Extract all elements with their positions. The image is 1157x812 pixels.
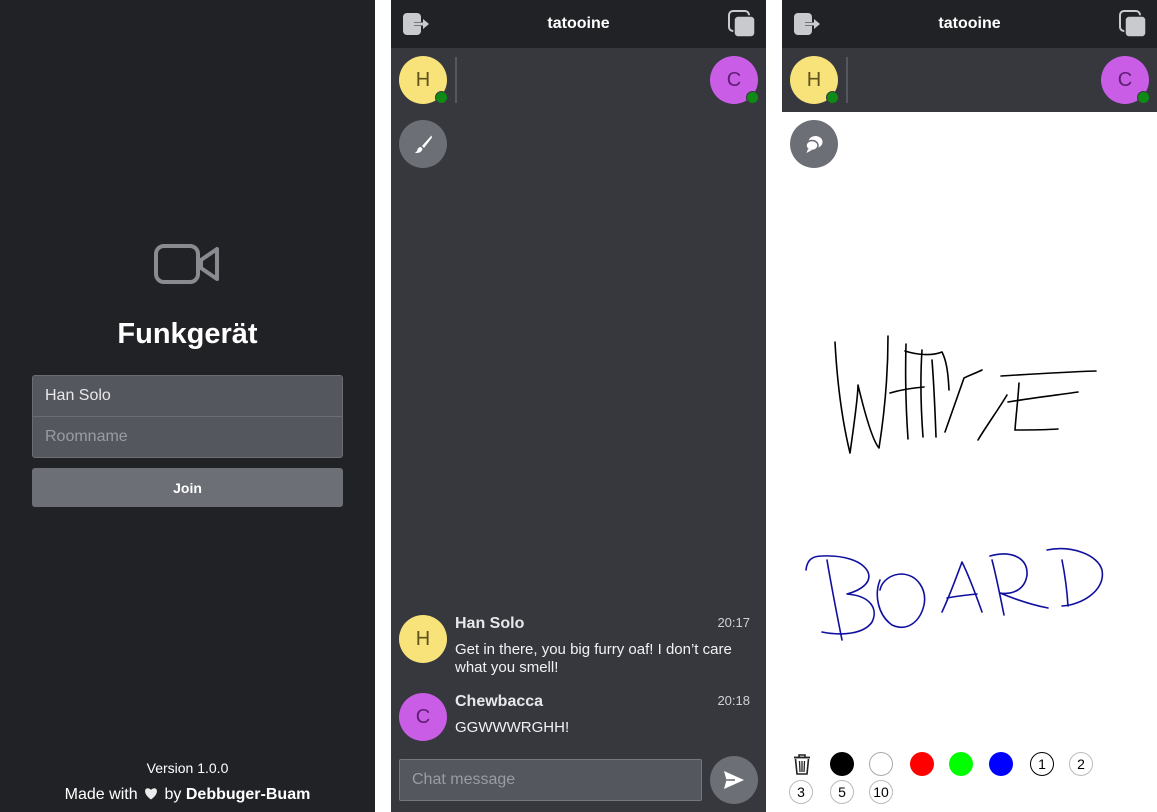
- color-swatch-white[interactable]: [869, 752, 893, 776]
- whiteboard-toggle-button[interactable]: [399, 120, 447, 168]
- made-with-footer: Made with by Debbuger-Buam: [0, 786, 375, 804]
- message-text: GGWWWRGHH!: [455, 719, 570, 736]
- room-title: tatooine: [547, 15, 610, 32]
- user-avatar-chewbacca: C: [710, 56, 759, 104]
- message-text: Get in there, you big furry oaf! I don’t…: [455, 641, 732, 676]
- chat-toggle-button[interactable]: [790, 120, 838, 168]
- send-button[interactable]: [710, 756, 758, 804]
- room-header: tatooine: [391, 0, 766, 48]
- brush-size-10[interactable]: 10: [869, 780, 893, 804]
- user-avatar-chewbacca: C: [1101, 56, 1150, 104]
- message-avatar: H: [399, 615, 447, 663]
- whiteboard-toolbar: 1 2 3 5 10: [782, 750, 1157, 810]
- brush-size-5[interactable]: 5: [830, 780, 854, 804]
- trash-icon[interactable]: [792, 753, 812, 775]
- version-label: Version 1.0.0: [146, 760, 229, 776]
- whiteboard-panel: tatooine H C 1 2 3 5 10: [782, 0, 1157, 812]
- room-header: tatooine: [782, 0, 1157, 48]
- color-swatch-green[interactable]: [949, 752, 973, 776]
- user-bar-divider: [455, 57, 457, 103]
- user-bar: H C: [782, 48, 1157, 112]
- avatar-initial: H: [415, 628, 431, 650]
- made-with-text: Made with: [64, 786, 138, 803]
- login-form: [32, 375, 343, 458]
- avatar-initial: H: [415, 69, 431, 91]
- whiteboard-canvas[interactable]: [782, 112, 1157, 752]
- message-sender: Han Solo: [455, 615, 525, 632]
- room-title: tatooine: [938, 15, 1001, 32]
- avatar-initial: C: [726, 69, 742, 91]
- online-status-dot: [826, 91, 839, 104]
- avatar-initial: C: [1117, 69, 1133, 91]
- drawing-word-board: [805, 547, 1104, 641]
- video-camera-icon: [154, 244, 219, 284]
- send-icon: [724, 771, 744, 789]
- join-button[interactable]: Join: [32, 468, 343, 507]
- color-swatch-blue[interactable]: [989, 752, 1013, 776]
- copy-link-icon[interactable]: [728, 10, 756, 38]
- login-panel: Funkgerät Join Version 1.0.0 Made with b…: [0, 0, 375, 812]
- chat-message-input[interactable]: [399, 759, 702, 801]
- username-input[interactable]: [33, 376, 342, 416]
- brush-size-2[interactable]: 2: [1069, 752, 1093, 776]
- chat-panel: tatooine H C H Han Solo 20:17 Get in the…: [391, 0, 766, 812]
- user-avatar-han: H: [790, 56, 839, 104]
- message-avatar: C: [399, 693, 447, 741]
- color-swatch-black[interactable]: [830, 752, 854, 776]
- online-status-dot: [435, 91, 448, 104]
- roomname-input[interactable]: [33, 416, 342, 457]
- avatar-initial: H: [806, 69, 822, 91]
- message-time: 20:18: [717, 693, 750, 708]
- online-status-dot: [746, 91, 759, 104]
- message-time: 20:17: [717, 615, 750, 630]
- made-with-by: by: [164, 786, 182, 803]
- message-sender: Chewbacca: [455, 693, 544, 710]
- user-avatar-han: H: [399, 56, 448, 104]
- paintbrush-icon: [414, 135, 432, 153]
- app-title: Funkgerät: [117, 318, 258, 350]
- user-bar-divider: [846, 57, 848, 103]
- brush-size-3[interactable]: 3: [789, 780, 813, 804]
- drawing-word-white: [834, 335, 1097, 454]
- copy-link-icon[interactable]: [1119, 10, 1147, 38]
- brush-size-1[interactable]: 1: [1030, 752, 1054, 776]
- avatar-initial: C: [415, 706, 431, 728]
- color-swatch-red[interactable]: [910, 752, 934, 776]
- chat-bubble-icon: [805, 136, 823, 153]
- heart-icon: [145, 788, 157, 800]
- online-status-dot: [1137, 91, 1150, 104]
- user-bar: H C: [391, 48, 766, 112]
- author-name: Debbuger-Buam: [185, 786, 311, 803]
